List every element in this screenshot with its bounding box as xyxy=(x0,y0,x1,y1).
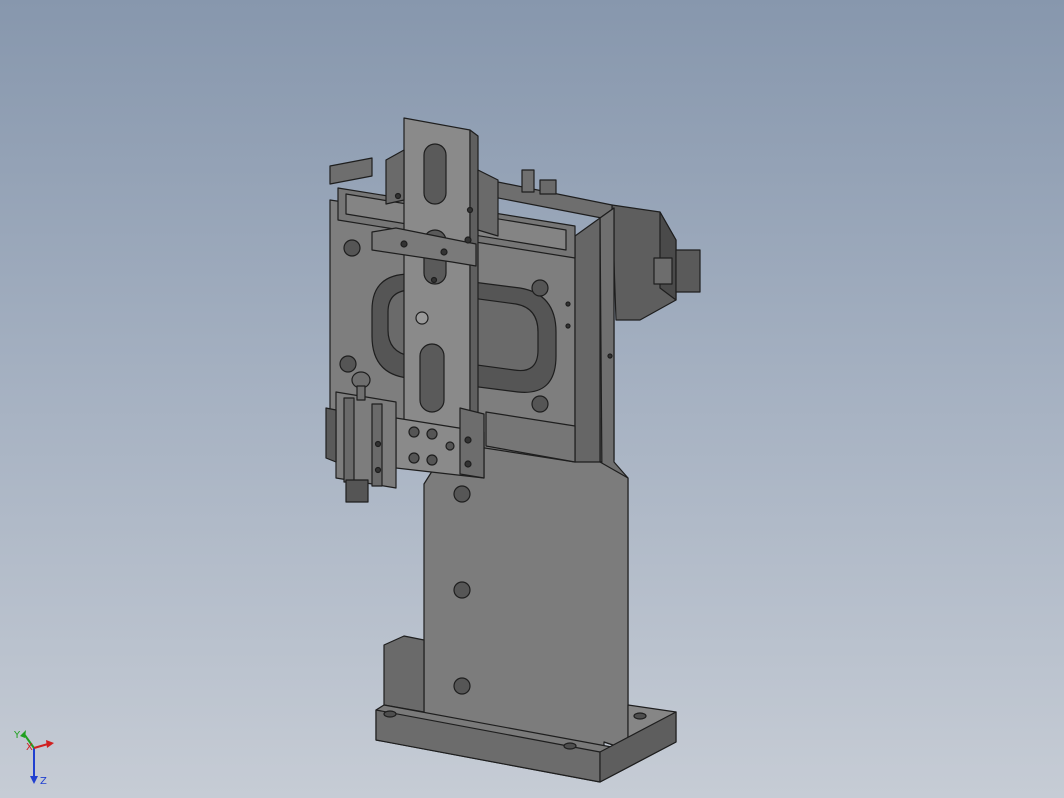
graphics-viewport[interactable]: Y X Z xyxy=(0,0,1064,798)
cad-model-view[interactable] xyxy=(0,0,1064,798)
y-arrow-icon xyxy=(20,730,26,738)
motor-housing xyxy=(611,204,701,321)
x-label: X xyxy=(26,742,33,753)
z-arrow-icon xyxy=(30,776,38,784)
y-label: Y xyxy=(13,730,21,741)
x-axis xyxy=(33,743,49,749)
coordinate-triad: Y X Z xyxy=(13,730,54,786)
x-arrow-icon xyxy=(46,740,54,748)
z-label: Z xyxy=(40,776,47,786)
